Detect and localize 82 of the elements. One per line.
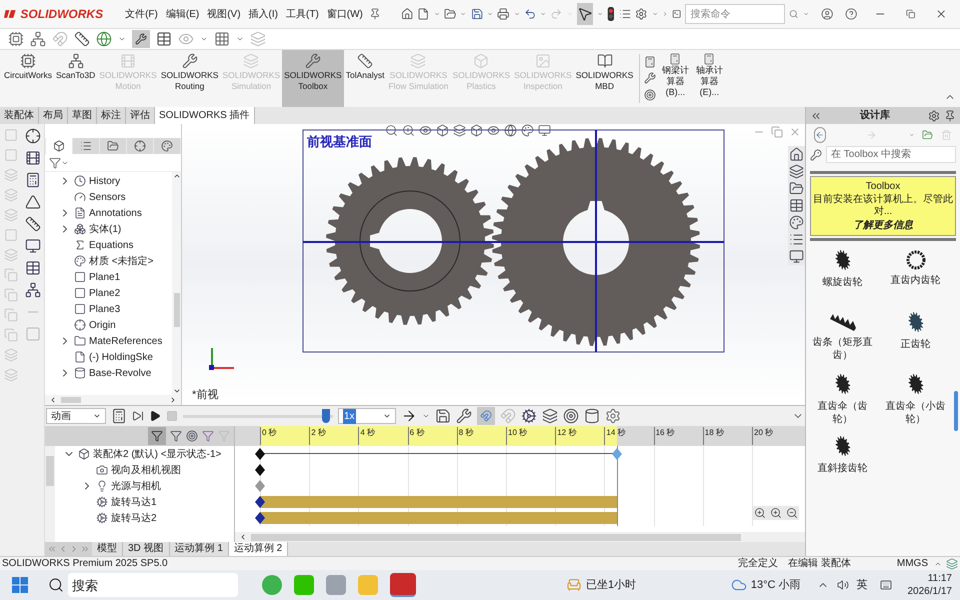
tree-item[interactable]: Plane1 — [89, 270, 120, 284]
library-item[interactable]: 螺旋齿轮 — [810, 276, 876, 289]
tab[interactable]: 评估 — [126, 107, 155, 124]
study-type-dropdown[interactable]: 动画 — [46, 408, 106, 424]
app-logo: SOLIDWORKS — [20, 6, 104, 23]
command-button[interactable]: CircuitWorks — [2, 50, 54, 107]
library-item[interactable]: 齿条（矩形直齿） — [810, 336, 876, 362]
tree-item[interactable]: Base-Revolve — [89, 366, 152, 380]
tab[interactable]: 模型 — [92, 542, 123, 556]
tab[interactable]: 草图 — [68, 107, 97, 124]
library-item[interactable]: 正齿轮 — [882, 338, 948, 351]
menu-item[interactable]: 插入(I) — [246, 6, 280, 22]
time-label: 10 秒 — [506, 427, 528, 445]
status-text: 在编辑 装配体 — [788, 556, 851, 571]
menu-item[interactable]: 视图(V) — [205, 6, 243, 22]
tab[interactable]: 3D 视图 — [123, 542, 170, 556]
time-label: 20 秒 — [752, 427, 774, 445]
menu-item[interactable]: 文件(F) — [123, 6, 160, 22]
tab[interactable]: 标注 — [97, 107, 126, 124]
tree-item[interactable]: Plane2 — [89, 286, 120, 300]
command-search-field[interactable]: 搜索命令 — [685, 4, 786, 24]
menu-item[interactable]: 窗口(W) — [324, 6, 365, 22]
learn-more-link[interactable]: 了解更多信息 — [853, 218, 913, 233]
speed-dropdown[interactable]: 1x — [338, 408, 396, 424]
command-button[interactable]: SOLIDWORKS Toolbox — [282, 50, 344, 107]
menu-item[interactable]: 工具(T) — [284, 6, 321, 22]
tab[interactable]: 运动算例 1 — [170, 542, 229, 556]
view-orientation-label: *前视 — [192, 388, 218, 403]
library-item[interactable]: 直齿伞（小齿轮） — [882, 400, 948, 426]
time-label: 2 秒 — [309, 427, 326, 445]
tree-item[interactable]: Sensors — [89, 190, 126, 204]
tree-item[interactable]: Origin — [89, 318, 116, 332]
reminder-text[interactable]: 已坐1小时 — [586, 576, 636, 594]
tree-item[interactable]: (-) HoldingSke — [89, 350, 153, 364]
tree-item[interactable]: 实体(1) — [89, 222, 122, 236]
command-button[interactable]: ScanTo3D — [54, 50, 98, 107]
command-button[interactable]: SOLIDWORKS MBD — [574, 50, 636, 107]
tab[interactable]: 运动算例 2 — [228, 542, 288, 556]
calculator-button[interactable]: 轴承计算器(E)... — [694, 50, 724, 107]
tree-item[interactable]: 材质 <未指定> — [89, 254, 154, 268]
library-item[interactable]: 直齿伞（齿轮） — [810, 400, 876, 426]
status-text: 完全定义 — [738, 556, 778, 571]
clock-time[interactable]: 11:17 — [928, 572, 952, 585]
notice-text: 目前安装在该计算机上。尽管此对... — [813, 194, 953, 218]
tree-item[interactable]: Plane3 — [89, 302, 120, 316]
taskbar-search-field[interactable]: 搜索 — [68, 573, 238, 597]
tree-item[interactable]: MateReferences — [89, 334, 162, 348]
pane-title: 设计库 — [858, 108, 891, 123]
tree-item[interactable]: 旋转马达1 — [111, 494, 157, 510]
tab[interactable]: 装配体 — [0, 107, 39, 124]
time-ruler[interactable]: 0 秒 2 秒 4 秒 6 秒 8 秒 10 秒 12 秒 14 秒 16 秒 18 秒 20 秒 — [235, 426, 805, 446]
input-method-text[interactable]: 英 — [856, 576, 868, 594]
menu-item[interactable]: 编辑(E) — [164, 6, 202, 22]
time-label: 18 秒 — [702, 427, 724, 445]
time-label: 8 秒 — [456, 427, 474, 445]
notice-title: Toolbox — [866, 180, 900, 194]
command-button[interactable]: SOLIDWORKS Routing — [158, 50, 220, 107]
product-version: SOLIDWORKS Premium 2025 SP5.0 — [2, 557, 168, 571]
tree-item[interactable]: 装配体2 (默认) <显示状态-1> — [93, 446, 222, 462]
tree-item[interactable]: Equations — [89, 238, 134, 252]
library-item[interactable]: 直斜接齿轮 — [810, 462, 876, 475]
library-item[interactable]: 直齿内齿轮 — [882, 274, 948, 287]
clock-date[interactable]: 2026/1/17 — [908, 585, 952, 598]
command-button[interactable]: TolAnalyst — [344, 50, 386, 107]
tree-item[interactable]: 旋转马达2 — [111, 510, 157, 526]
tree-item[interactable]: 光源与相机 — [111, 478, 161, 494]
tab[interactable]: SOLIDWORKS 插件 — [155, 107, 255, 124]
tree-item[interactable]: History — [89, 174, 120, 188]
status-text: MMGS — [896, 557, 928, 571]
time-label: 4 秒 — [358, 427, 376, 445]
library-search-field[interactable]: 在 Toolbox 中搜索 — [826, 146, 956, 163]
view-plane-label: 前视基准面 — [307, 134, 372, 152]
time-label: 0 秒 — [260, 427, 277, 445]
time-label: 14 秒 — [604, 427, 626, 445]
time-label: 6 秒 — [408, 427, 424, 445]
calculator-button[interactable]: 钢梁计算器(B)... — [660, 50, 690, 107]
time-label: 12 秒 — [555, 427, 576, 445]
tree-item[interactable]: Annotations — [89, 206, 142, 220]
tree-item[interactable]: 视向及相机视图 — [111, 462, 181, 478]
time-label: 16 秒 — [654, 427, 675, 445]
weather-text[interactable]: 13°C 小雨 — [750, 576, 800, 594]
tab[interactable]: 布局 — [39, 107, 68, 124]
